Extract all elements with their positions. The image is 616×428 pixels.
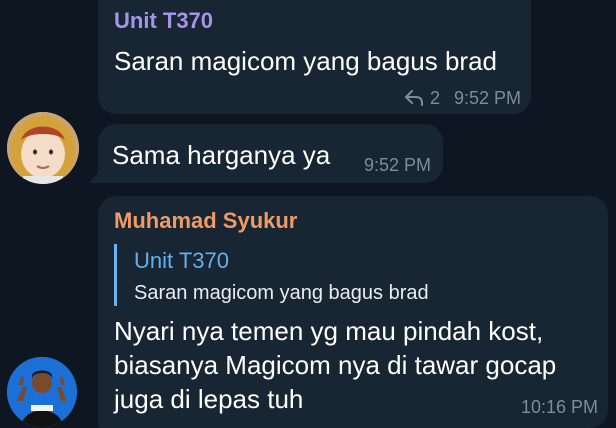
message-time: 9:52 PM	[453, 87, 521, 108]
message-sender[interactable]: Muhamad Syukur	[114, 208, 297, 234]
message-bubble-3[interactable]: Muhamad Syukur Unit T370 Saran magicom y…	[98, 196, 608, 428]
message-meta: 2 9:52 PM	[404, 87, 521, 109]
reply-arrow-icon[interactable]	[404, 89, 424, 107]
message-text: Sama harganya ya	[112, 140, 331, 170]
message-bubble-2[interactable]: Sama harganya ya 9:52 PM	[89, 124, 443, 183]
quote-text: Saran magicom yang bagus brad	[134, 282, 429, 304]
message-line: Nyari nya temen yg mau pindah kost,	[114, 316, 544, 346]
message-time: 9:52 PM	[363, 155, 431, 175]
reply-quote[interactable]: Unit T370 Saran magicom yang bagus brad	[114, 244, 534, 306]
message-line: biasanya Magicom nya di tawar gocap	[114, 350, 557, 380]
quote-sender: Unit T370	[134, 248, 229, 273]
avatar[interactable]	[7, 112, 79, 184]
bubble-tail	[89, 167, 103, 183]
message-text: Saran magicom yang bagus brad	[114, 46, 498, 76]
reply-count[interactable]: 2	[430, 88, 440, 109]
message-bubble-1[interactable]: Unit T370 Saran magicom yang bagus brad …	[98, 0, 531, 114]
message-sender[interactable]: Unit T370	[114, 8, 213, 34]
message-time: 10:16 PM	[520, 397, 598, 417]
avatar[interactable]	[7, 357, 77, 427]
